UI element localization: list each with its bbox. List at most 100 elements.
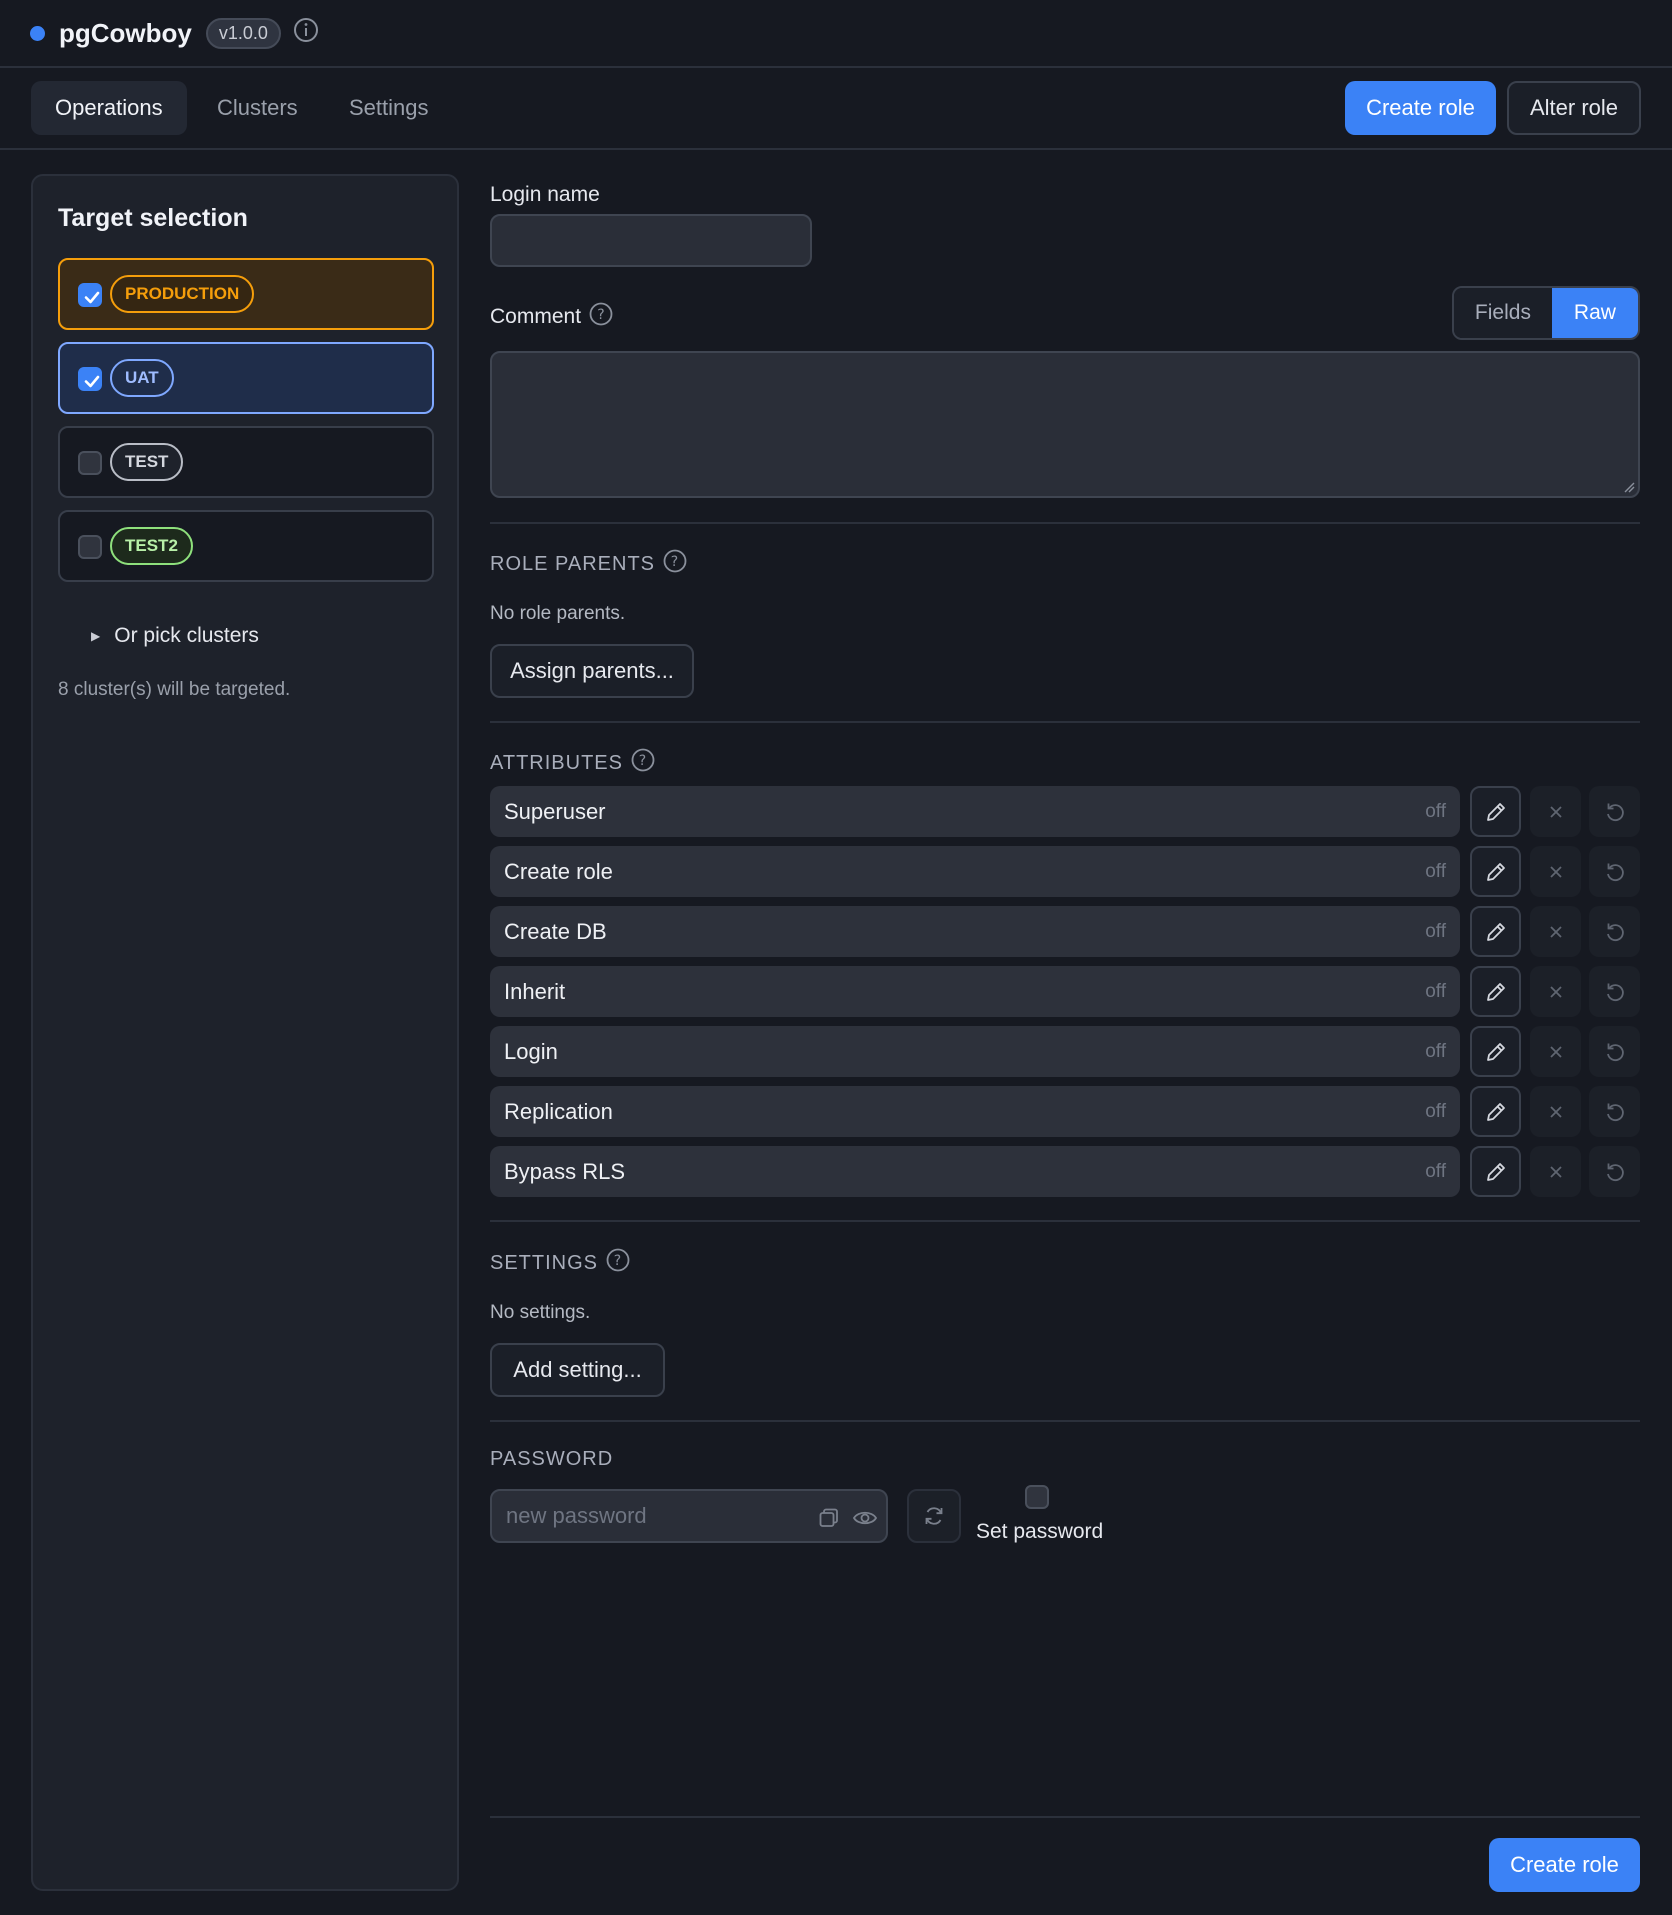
target-test[interactable]: TEST (58, 426, 434, 498)
edit-attribute-button[interactable] (1470, 1086, 1521, 1137)
target-uat[interactable]: UAT (58, 342, 434, 414)
clear-attribute-button[interactable] (1530, 786, 1581, 837)
targeted-count-text: 8 cluster(s) will be targeted. (58, 679, 291, 700)
undo-icon (1606, 863, 1624, 881)
divider (490, 721, 1640, 723)
attribute-state: off (1425, 1101, 1446, 1122)
help-icon[interactable]: ? (631, 748, 655, 778)
target-test2[interactable]: TEST2 (58, 510, 434, 582)
edit-attribute-button[interactable] (1470, 846, 1521, 897)
clear-attribute-button[interactable] (1530, 906, 1581, 957)
target-production[interactable]: PRODUCTION (58, 258, 434, 330)
role-parents-title: ROLE PARENTS (490, 552, 655, 575)
help-icon[interactable]: ? (663, 549, 687, 579)
attribute-name: Create role (504, 859, 613, 884)
alter-role-mode-button[interactable]: Alter role (1507, 81, 1641, 135)
help-icon[interactable]: ? (606, 1248, 630, 1278)
assign-parents-button[interactable]: Assign parents... (490, 644, 694, 698)
test-checkbox[interactable] (78, 451, 102, 475)
create-role-mode-button[interactable]: Create role (1345, 81, 1496, 135)
uat-checkbox[interactable] (78, 367, 102, 391)
copy-icon[interactable] (818, 1507, 840, 1529)
tab-operations[interactable]: Operations (31, 81, 187, 135)
close-icon (1549, 985, 1562, 998)
comment-textarea[interactable] (490, 351, 1640, 498)
password-input[interactable] (506, 1501, 806, 1531)
reset-attribute-button[interactable] (1589, 846, 1640, 897)
create-role-submit-button[interactable]: Create role (1489, 1838, 1640, 1892)
login-name-label: Login name (490, 183, 600, 206)
production-pill: PRODUCTION (110, 275, 255, 313)
attribute-state: off (1425, 1041, 1446, 1062)
close-icon (1549, 865, 1562, 878)
attribute-name: Superuser (504, 799, 606, 824)
info-icon[interactable] (293, 17, 319, 49)
clear-attribute-button[interactable] (1530, 1086, 1581, 1137)
tab-clusters[interactable]: Clusters (193, 81, 322, 135)
edit-attribute-button[interactable] (1470, 1146, 1521, 1197)
edit-attribute-button[interactable] (1470, 1026, 1521, 1077)
tab-settings[interactable]: Settings (325, 81, 453, 135)
undo-icon (1606, 983, 1624, 1001)
edit-attribute-button[interactable] (1470, 906, 1521, 957)
svg-text:?: ? (597, 307, 604, 323)
reset-attribute-button[interactable] (1589, 966, 1640, 1017)
add-setting-button[interactable]: Add setting... (490, 1343, 665, 1397)
login-name-input[interactable] (490, 214, 812, 267)
app-name: pgCowboy (59, 17, 192, 48)
close-icon (1549, 925, 1562, 938)
comment-label: Comment (490, 305, 582, 328)
top-bar: pgCowboy v1.0.0 (0, 0, 1672, 68)
divider (490, 1220, 1640, 1222)
clear-attribute-button[interactable] (1530, 1146, 1581, 1197)
uat-pill: UAT (110, 359, 174, 397)
set-password-checkbox[interactable] (1025, 1485, 1049, 1509)
resize-handle-icon[interactable] (1623, 481, 1635, 493)
reset-attribute-button[interactable] (1589, 786, 1640, 837)
fields-mode-button[interactable]: Fields (1454, 288, 1552, 338)
attribute-row: Login off (490, 1026, 1460, 1077)
undo-icon (1606, 1043, 1624, 1061)
attribute-row: Inherit off (490, 966, 1460, 1017)
divider (490, 1420, 1640, 1422)
edit-attribute-button[interactable] (1470, 966, 1521, 1017)
pick-clusters-toggle[interactable]: ▶ Or pick clusters (91, 624, 259, 648)
test2-pill: TEST2 (110, 527, 193, 565)
raw-mode-button[interactable]: Raw (1551, 288, 1638, 338)
pencil-icon (1486, 802, 1505, 821)
pencil-icon (1486, 1102, 1505, 1121)
edit-attribute-button[interactable] (1470, 786, 1521, 837)
pencil-icon (1486, 1162, 1505, 1181)
version-badge: v1.0.0 (205, 17, 281, 49)
undo-icon (1606, 803, 1624, 821)
check-icon (84, 375, 100, 388)
generate-password-button[interactable] (907, 1489, 961, 1543)
reset-attribute-button[interactable] (1589, 906, 1640, 957)
svg-text:?: ? (639, 753, 647, 769)
undo-icon (1606, 1163, 1624, 1181)
caret-right-icon: ▶ (91, 629, 101, 643)
attribute-state: off (1425, 801, 1446, 822)
reset-attribute-button[interactable] (1589, 1086, 1640, 1137)
attribute-name: Inherit (504, 979, 566, 1004)
close-icon (1549, 805, 1562, 818)
attribute-name: Bypass RLS (504, 1159, 626, 1184)
attribute-state: off (1425, 981, 1446, 1002)
clear-attribute-button[interactable] (1530, 966, 1581, 1017)
test-pill: TEST (110, 443, 184, 481)
pencil-icon (1486, 982, 1505, 1001)
eye-icon[interactable] (852, 1507, 878, 1529)
attribute-state: off (1425, 861, 1446, 882)
reset-attribute-button[interactable] (1589, 1026, 1640, 1077)
settings-title: SETTINGS (490, 1251, 599, 1274)
clear-attribute-button[interactable] (1530, 846, 1581, 897)
clear-attribute-button[interactable] (1530, 1026, 1581, 1077)
test2-checkbox[interactable] (78, 535, 102, 559)
no-role-parents-text: No role parents. (490, 603, 626, 624)
help-icon[interactable]: ? (589, 302, 613, 332)
target-selection-panel: Target selection PRODUCTION UAT TEST TES… (31, 174, 459, 1891)
attributes-title: ATTRIBUTES (490, 751, 623, 774)
reset-attribute-button[interactable] (1589, 1146, 1640, 1197)
pencil-icon (1486, 862, 1505, 881)
production-checkbox[interactable] (78, 283, 102, 307)
